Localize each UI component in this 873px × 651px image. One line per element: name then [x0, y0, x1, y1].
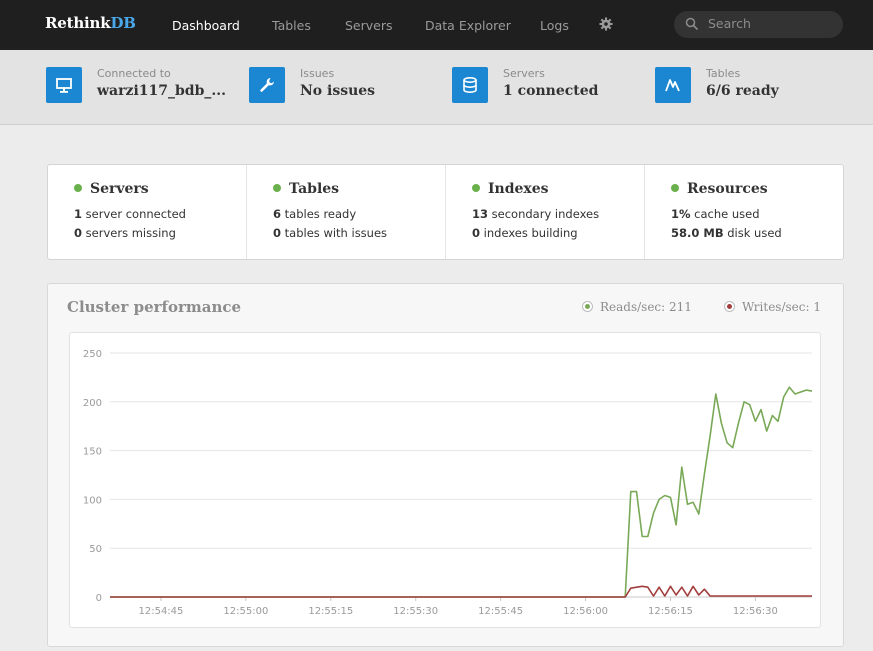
writes-line	[110, 585, 812, 598]
summary-resources: Resources 1% cache used 58.0 MB disk use…	[645, 165, 843, 259]
nav-logs[interactable]: Logs	[540, 18, 569, 33]
legend-reads-label: Reads/sec: 211	[600, 300, 692, 314]
gear-icon[interactable]	[599, 17, 613, 31]
y-tick-label: 150	[83, 447, 102, 458]
summary-line: 0 tables with issues	[273, 226, 388, 240]
status-label: Servers	[503, 67, 545, 80]
status-dot	[472, 184, 480, 192]
y-tick-label: 50	[89, 544, 102, 555]
legend-marker-icon	[582, 301, 593, 312]
top-navbar: RethinkDB Dashboard Tables Servers Data …	[0, 0, 873, 50]
nav-dashboard[interactable]: Dashboard	[172, 18, 240, 33]
panel-title: Cluster performance	[67, 298, 242, 316]
summary-title: Servers	[90, 181, 149, 197]
summary-line: 1% cache used	[671, 207, 760, 221]
summary-title: Tables	[289, 181, 340, 197]
summary-servers: Servers 1 server connected 0 servers mis…	[48, 165, 247, 259]
nav-data-explorer[interactable]: Data Explorer	[425, 18, 511, 33]
summary-line: 0 indexes building	[472, 226, 578, 240]
status-value: warzi117_bdb_...	[97, 83, 226, 99]
summary-line: 1 server connected	[74, 207, 186, 221]
legend-writes-label: Writes/sec: 1	[742, 300, 821, 314]
status-label: Issues	[300, 67, 335, 80]
x-tick-label: 12:54:45	[138, 606, 183, 617]
rethinkdb-logo[interactable]: RethinkDB	[45, 14, 136, 32]
status-label: Tables	[706, 67, 741, 80]
search-placeholder: Search	[708, 16, 751, 31]
y-tick-label: 200	[83, 398, 102, 409]
x-tick-label: 12:55:15	[308, 606, 353, 617]
chart-container: 0 50 100 150 200 250 12:54:45 12:55:00 12:55:15 1…	[69, 332, 821, 628]
y-tick-label: 0	[96, 593, 102, 604]
activity-icon	[655, 67, 691, 103]
x-tick-label: 12:55:00	[223, 606, 268, 617]
y-tick-label: 250	[83, 349, 102, 360]
status-tables[interactable]: Tables 6/6 ready	[655, 67, 835, 107]
status-label: Connected to	[97, 67, 171, 80]
summary-line: 13 secondary indexes	[472, 207, 600, 221]
search-input[interactable]: Search	[674, 11, 843, 38]
legend-writes[interactable]: Writes/sec: 1	[724, 300, 821, 314]
summary-indexes: Indexes 13 secondary indexes 0 indexes b…	[446, 165, 645, 259]
summary-tables: Tables 6 tables ready 0 tables with issu…	[247, 165, 446, 259]
x-tick-label: 12:56:30	[733, 606, 778, 617]
x-tick-label: 12:55:45	[478, 606, 523, 617]
status-bar: Connected to warzi117_bdb_... Issues No …	[0, 50, 873, 125]
status-value: 1 connected	[503, 83, 599, 99]
x-tick-label: 12:56:00	[563, 606, 608, 617]
status-dot	[273, 184, 281, 192]
status-dot	[671, 184, 679, 192]
search-icon	[685, 17, 699, 31]
status-value: No issues	[300, 83, 376, 99]
legend-marker-icon	[724, 301, 735, 312]
x-tick-label: 12:56:15	[648, 606, 693, 617]
x-tick-label: 12:55:30	[393, 606, 438, 617]
wrench-icon	[249, 67, 285, 103]
legend-reads[interactable]: Reads/sec: 211	[582, 300, 692, 314]
brand-main: Rethink	[45, 14, 111, 32]
database-icon	[452, 67, 488, 103]
nav-servers[interactable]: Servers	[345, 18, 393, 33]
cluster-performance-panel: Cluster performance Reads/sec: 211 Write…	[47, 283, 844, 647]
summary-title: Resources	[687, 181, 768, 197]
status-issues[interactable]: Issues No issues	[249, 67, 429, 107]
brand-accent: DB	[110, 14, 136, 32]
nav-tables[interactable]: Tables	[272, 18, 311, 33]
reads-line	[110, 386, 813, 598]
monitor-icon	[46, 67, 82, 103]
status-connected: Connected to warzi117_bdb_...	[46, 67, 246, 107]
summary-card: Servers 1 server connected 0 servers mis…	[47, 164, 844, 260]
summary-line: 58.0 MB disk used	[671, 226, 782, 240]
y-tick-label: 100	[83, 495, 102, 506]
status-value: 6/6 ready	[706, 83, 779, 99]
performance-chart: 0 50 100 150 200 250 12:54:45 12:55:00 12:55:15 1…	[83, 349, 813, 617]
status-dot	[74, 184, 82, 192]
status-servers[interactable]: Servers 1 connected	[452, 67, 632, 107]
summary-title: Indexes	[488, 181, 549, 197]
summary-line: 0 servers missing	[74, 226, 176, 240]
summary-line: 6 tables ready	[273, 207, 357, 221]
